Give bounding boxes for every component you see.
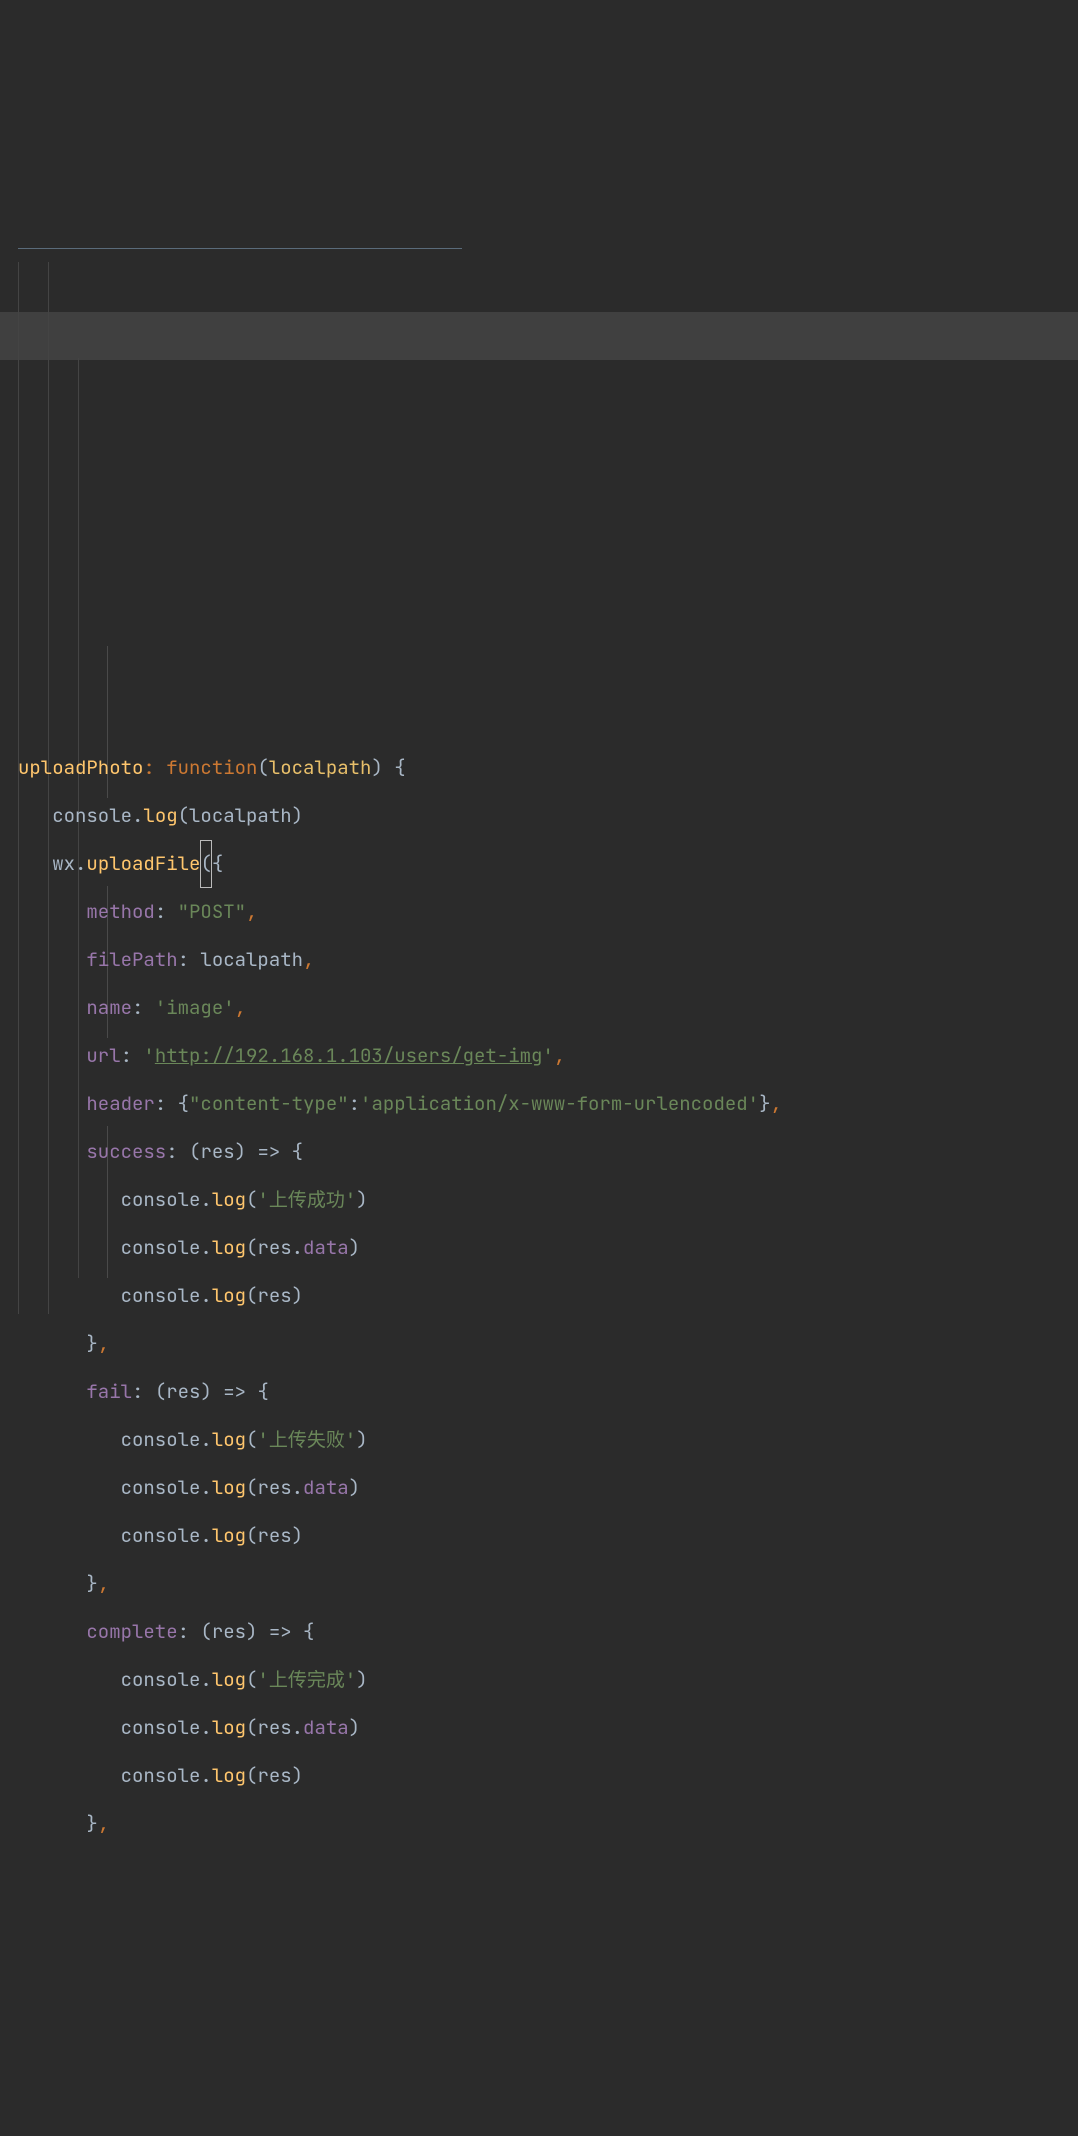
code-line[interactable]: console.log('上传完成'): [18, 1656, 1078, 1704]
prop-complete: complete: [86, 1619, 177, 1644]
code-line[interactable]: console.log('上传失败'): [18, 1416, 1078, 1464]
code-line[interactable]: console.log(res): [18, 1512, 1078, 1560]
keyword-function: function: [166, 755, 257, 780]
code-line[interactable]: url: 'http://192.168.1.103/users/get-img…: [18, 1032, 1078, 1080]
code-line[interactable]: },: [18, 1800, 1078, 1848]
prop-filepath: filePath: [86, 947, 177, 972]
code-line[interactable]: },: [18, 1320, 1078, 1368]
code-line[interactable]: success: (res) => {: [18, 1128, 1078, 1176]
code-line[interactable]: console.log(res.data): [18, 1464, 1078, 1512]
code-line[interactable]: console.log('上传成功'): [18, 1176, 1078, 1224]
current-line-highlight: [0, 312, 1078, 360]
cursor: (: [200, 840, 211, 888]
prop-method: method: [86, 899, 154, 924]
prop-fail: fail: [86, 1379, 132, 1404]
code-line[interactable]: console.log(res.data): [18, 1704, 1078, 1752]
log-call: log: [143, 803, 177, 828]
fold-rule: [18, 248, 462, 249]
parameter: localpath: [269, 755, 372, 780]
code-line[interactable]: console.log(localpath): [18, 792, 1078, 840]
msg-success: '上传成功': [257, 1187, 356, 1212]
code-line[interactable]: fail: (res) => {: [18, 1368, 1078, 1416]
code-line[interactable]: complete: (res) => {: [18, 1608, 1078, 1656]
msg-fail: '上传失败': [257, 1427, 356, 1452]
msg-complete: '上传完成': [257, 1667, 356, 1692]
code-line[interactable]: method: "POST",: [18, 888, 1078, 936]
url-string: http://192.168.1.103/users/get-img: [155, 1043, 543, 1068]
prop-header: header: [86, 1091, 154, 1116]
code-block[interactable]: uploadPhoto: function(localpath) { conso…: [18, 744, 1078, 1848]
prop-name: name: [86, 995, 132, 1020]
code-line[interactable]: },: [18, 1560, 1078, 1608]
code-line[interactable]: uploadPhoto: function(localpath) {: [18, 744, 1078, 792]
code-line[interactable]: filePath: localpath,: [18, 936, 1078, 984]
code-line[interactable]: name: 'image',: [18, 984, 1078, 1032]
function-name: uploadPhoto: [18, 755, 143, 780]
uploadfile-call: uploadFile: [86, 851, 200, 876]
console-ident: console: [52, 803, 132, 828]
code-line[interactable]: console.log(res): [18, 1752, 1078, 1800]
code-line[interactable]: wx.uploadFile({: [18, 840, 1078, 888]
code-line[interactable]: header: {"content-type":'application/x-w…: [18, 1080, 1078, 1128]
code-editor[interactable]: uploadPhoto: function(localpath) { conso…: [0, 192, 1078, 1896]
prop-url: url: [86, 1043, 120, 1068]
wx-ident: wx: [52, 851, 75, 876]
code-line[interactable]: console.log(res.data): [18, 1224, 1078, 1272]
prop-success: success: [86, 1139, 166, 1164]
code-line[interactable]: console.log(res): [18, 1272, 1078, 1320]
